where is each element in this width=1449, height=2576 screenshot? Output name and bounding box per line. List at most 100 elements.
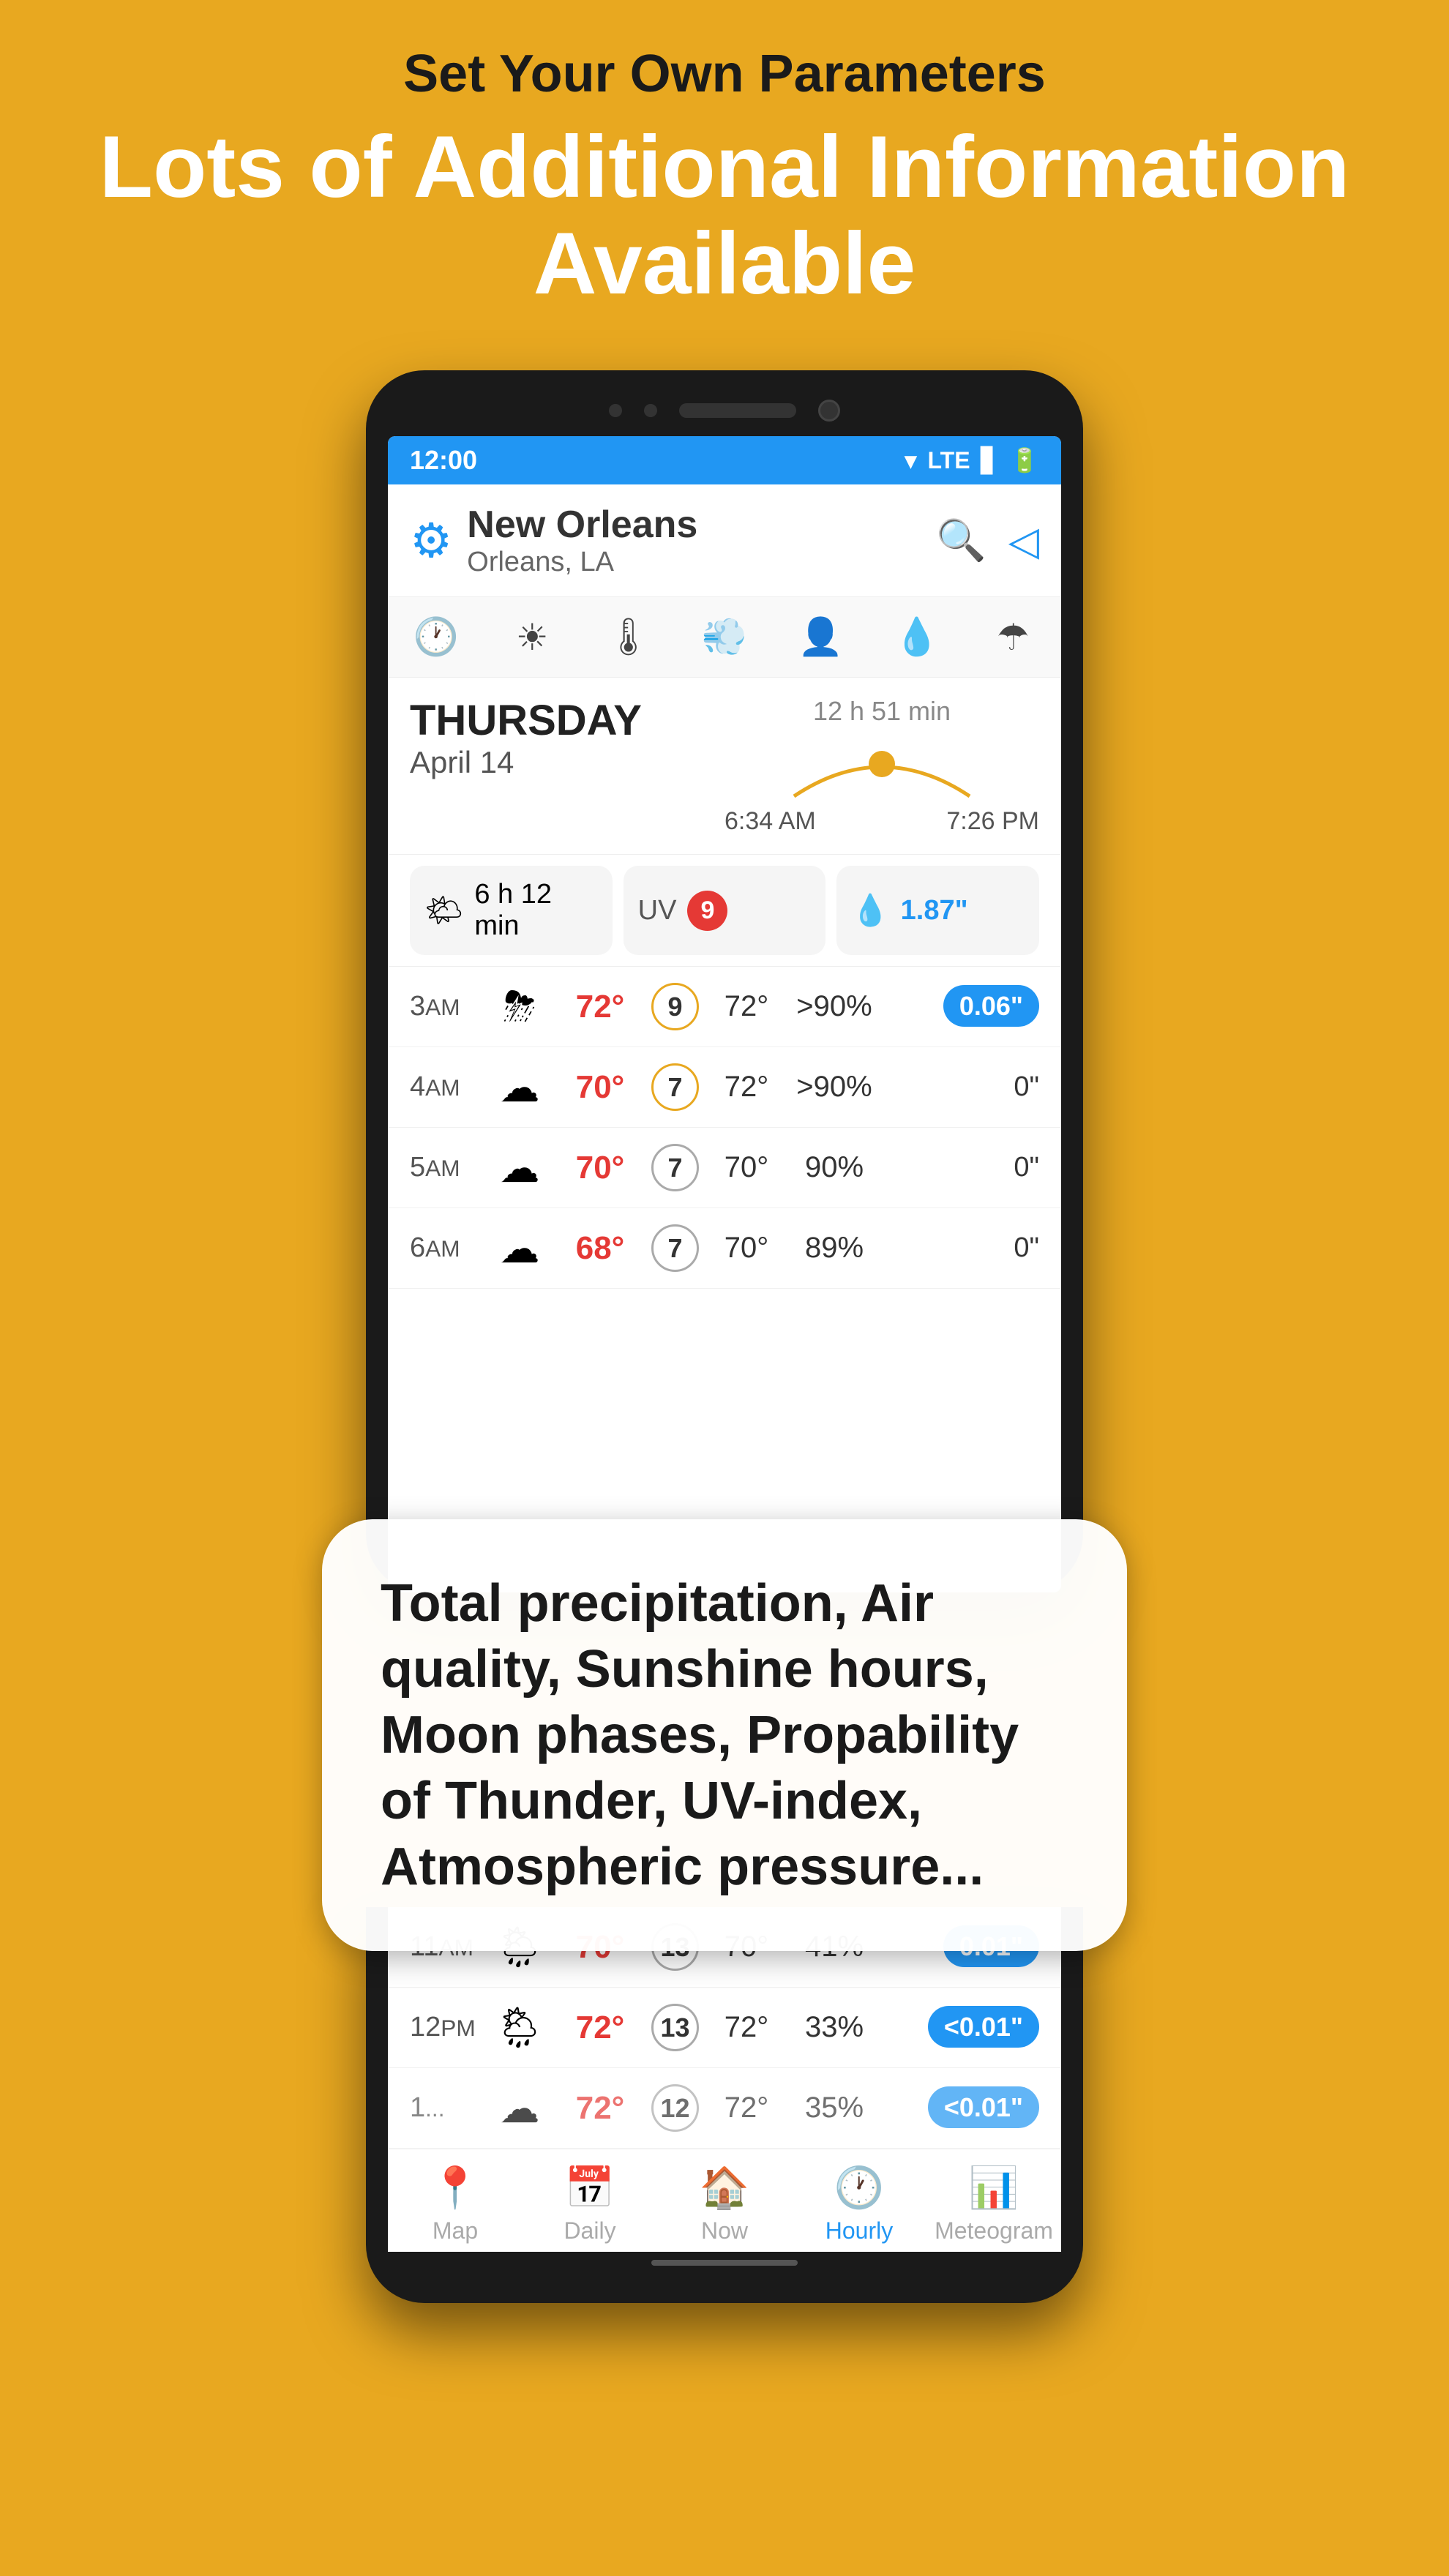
location-icon[interactable]: ◁ <box>1008 517 1039 564</box>
nav-item-map[interactable]: 📍 Map <box>388 2164 523 2244</box>
status-time: 12:00 <box>410 445 477 476</box>
info-bubble-container: Total precipitation, Air quality, Sunshi… <box>0 1592 1449 1951</box>
lower-phone-wrapper: 11AM 🌦 70° 13 70° 41% 0.01" 12PM 🌦 72° 1… <box>0 1907 1449 2303</box>
hour-3am: 3AM <box>410 991 476 1022</box>
hourly-list-top: 3AM ⛈ 72° 9 72° >90% 0.06" 4AM ☁ 70° 7 <box>388 967 1061 1289</box>
precip-3am: 0.06" <box>889 991 1039 1022</box>
table-row: 5AM ☁ 70° 7 70° 90% 0" <box>388 1128 1061 1208</box>
temp-12pm: 72° <box>564 2010 637 2046</box>
humidity-5am: 90% <box>794 1151 875 1184</box>
precip-5am: 0" <box>889 1152 1039 1183</box>
header-action-icons: 🔍 ◁ <box>936 517 1039 564</box>
map-icon: 📍 <box>430 2164 480 2212</box>
phone-top-bar <box>388 392 1061 436</box>
tab-drops[interactable]: 💧 <box>869 608 965 666</box>
nav-item-hourly[interactable]: 🕐 Hourly <box>792 2164 926 2244</box>
tab-person[interactable]: 👤 <box>773 608 869 666</box>
humidity-12pm: 33% <box>794 2011 875 2044</box>
phone-dot-right <box>644 404 657 417</box>
temp-5am: 70° <box>564 1150 637 1186</box>
meteogram-icon: 📊 <box>969 2164 1019 2212</box>
temp-1pm: 72° <box>564 2090 637 2127</box>
phone-speaker <box>679 403 796 418</box>
day-section: THURSDAY April 14 12 h 51 min 6:34 AM 7:… <box>388 678 1061 855</box>
rain-icon: 💧 <box>851 893 889 929</box>
uv-badge: 9 <box>687 891 727 931</box>
hourly-icon: 🕐 <box>834 2164 884 2212</box>
tab-temperature[interactable]: 🌡 <box>580 608 676 666</box>
bottom-nav: 📍 Map 📅 Daily 🏠 Now 🕐 Hourly 📊 Me <box>388 2149 1061 2252</box>
map-label: Map <box>433 2217 478 2244</box>
precip-badge-1pm: <0.01" <box>928 2086 1039 2128</box>
tab-umbrella[interactable]: ☂ <box>965 608 1061 666</box>
battery-icon: 🔋 <box>1010 446 1039 474</box>
uv-circle-4am: 7 <box>651 1063 699 1111</box>
tab-clock[interactable]: 🕐 <box>388 608 484 666</box>
hour-5am: 5AM <box>410 1152 476 1183</box>
sunshine-icon: 🌤 <box>424 893 463 929</box>
sunset-time: 7:26 PM <box>946 807 1039 836</box>
header-title: Lots of Additional Information Available <box>73 119 1376 312</box>
weather-icon-12pm: 🌦 <box>490 2004 549 2051</box>
uv-stat: UV 9 <box>624 866 826 955</box>
status-bar: 12:00 ▾ LTE ▋ 🔋 <box>388 436 1061 484</box>
dew-12pm: 72° <box>714 2011 779 2044</box>
weather-icon-3am: ⛈ <box>490 983 549 1030</box>
status-icons: ▾ LTE ▋ 🔋 <box>905 446 1039 474</box>
table-row: 3AM ⛈ 72° 9 72° >90% 0.06" <box>388 967 1061 1047</box>
precip-4am: 0" <box>889 1071 1039 1103</box>
phone-bottom-bar <box>388 2252 1061 2274</box>
tab-wind[interactable]: 💨 <box>676 608 772 666</box>
wifi-icon: ▾ <box>905 446 916 474</box>
humidity-3am: >90% <box>794 990 875 1023</box>
sun-duration: 12 h 51 min <box>813 696 951 727</box>
upper-phone-wrapper: 12:00 ▾ LTE ▋ 🔋 ⚙ New Orleans Orleans, L… <box>0 370 1449 1592</box>
nav-item-now[interactable]: 🏠 Now <box>657 2164 792 2244</box>
uv-circle-3am: 9 <box>651 983 699 1030</box>
weather-icon-1pm: ☁ <box>490 2085 549 2132</box>
upper-phone: 12:00 ▾ LTE ▋ 🔋 ⚙ New Orleans Orleans, L… <box>366 370 1083 1592</box>
hour-4am: 4AM <box>410 1071 476 1103</box>
day-date: April 14 <box>410 745 724 780</box>
hourly-label: Hourly <box>825 2217 893 2244</box>
nav-item-daily[interactable]: 📅 Daily <box>523 2164 657 2244</box>
humidity-4am: >90% <box>794 1071 875 1104</box>
dew-6am: 70° <box>714 1232 779 1265</box>
table-row: 6AM ☁ 68° 7 70° 89% 0" <box>388 1208 1061 1289</box>
temp-3am: 72° <box>564 989 637 1025</box>
rain-stat: 💧 1.87" <box>836 866 1039 955</box>
upper-phone-screen: 12:00 ▾ LTE ▋ 🔋 ⚙ New Orleans Orleans, L… <box>388 436 1061 1592</box>
home-indicator <box>651 2260 798 2266</box>
table-row: 4AM ☁ 70° 7 72° >90% 0" <box>388 1047 1061 1128</box>
stats-row: 🌤 6 h 12 min UV 9 💧 1.87" <box>388 855 1061 967</box>
precip-badge-3am: 0.06" <box>943 985 1039 1027</box>
location-info: New Orleans Orleans, LA <box>467 503 921 578</box>
signal-label: LTE <box>927 447 970 474</box>
header-section: Set Your Own Parameters Lots of Addition… <box>0 0 1449 341</box>
lower-phone: 11AM 🌦 70° 13 70° 41% 0.01" 12PM 🌦 72° 1… <box>366 1907 1083 2303</box>
dew-5am: 70° <box>714 1151 779 1184</box>
hour-6am: 6AM <box>410 1232 476 1264</box>
hour-1pm: 1... <box>410 2092 476 2124</box>
day-info: THURSDAY April 14 <box>410 696 724 780</box>
daily-icon: 📅 <box>565 2164 615 2212</box>
lower-screen: 11AM 🌦 70° 13 70° 41% 0.01" 12PM 🌦 72° 1… <box>388 1907 1061 2252</box>
uv-value: 9 <box>701 896 715 925</box>
rain-amount: 1.87" <box>901 895 968 926</box>
city-region: Orleans, LA <box>467 547 921 578</box>
weather-icon-4am: ☁ <box>490 1064 549 1111</box>
tab-sun[interactable]: ☀ <box>484 608 580 666</box>
nav-item-meteogram[interactable]: 📊 Meteogram <box>926 2164 1061 2244</box>
precip-6am: 0" <box>889 1232 1039 1264</box>
search-icon[interactable]: 🔍 <box>936 517 986 564</box>
weather-icon-6am: ☁ <box>490 1225 549 1272</box>
dew-3am: 72° <box>714 990 779 1023</box>
app-header: ⚙ New Orleans Orleans, LA 🔍 ◁ <box>388 484 1061 597</box>
info-bubble-text: Total precipitation, Air quality, Sunshi… <box>381 1570 1068 1900</box>
dew-4am: 72° <box>714 1071 779 1104</box>
settings-icon[interactable]: ⚙ <box>410 513 452 569</box>
precip-1pm: <0.01" <box>889 2092 1039 2124</box>
uv-circle-6am: 7 <box>651 1224 699 1272</box>
table-row: 12PM 🌦 72° 13 72° 33% <0.01" <box>388 1988 1061 2068</box>
weather-icon-5am: ☁ <box>490 1145 549 1191</box>
